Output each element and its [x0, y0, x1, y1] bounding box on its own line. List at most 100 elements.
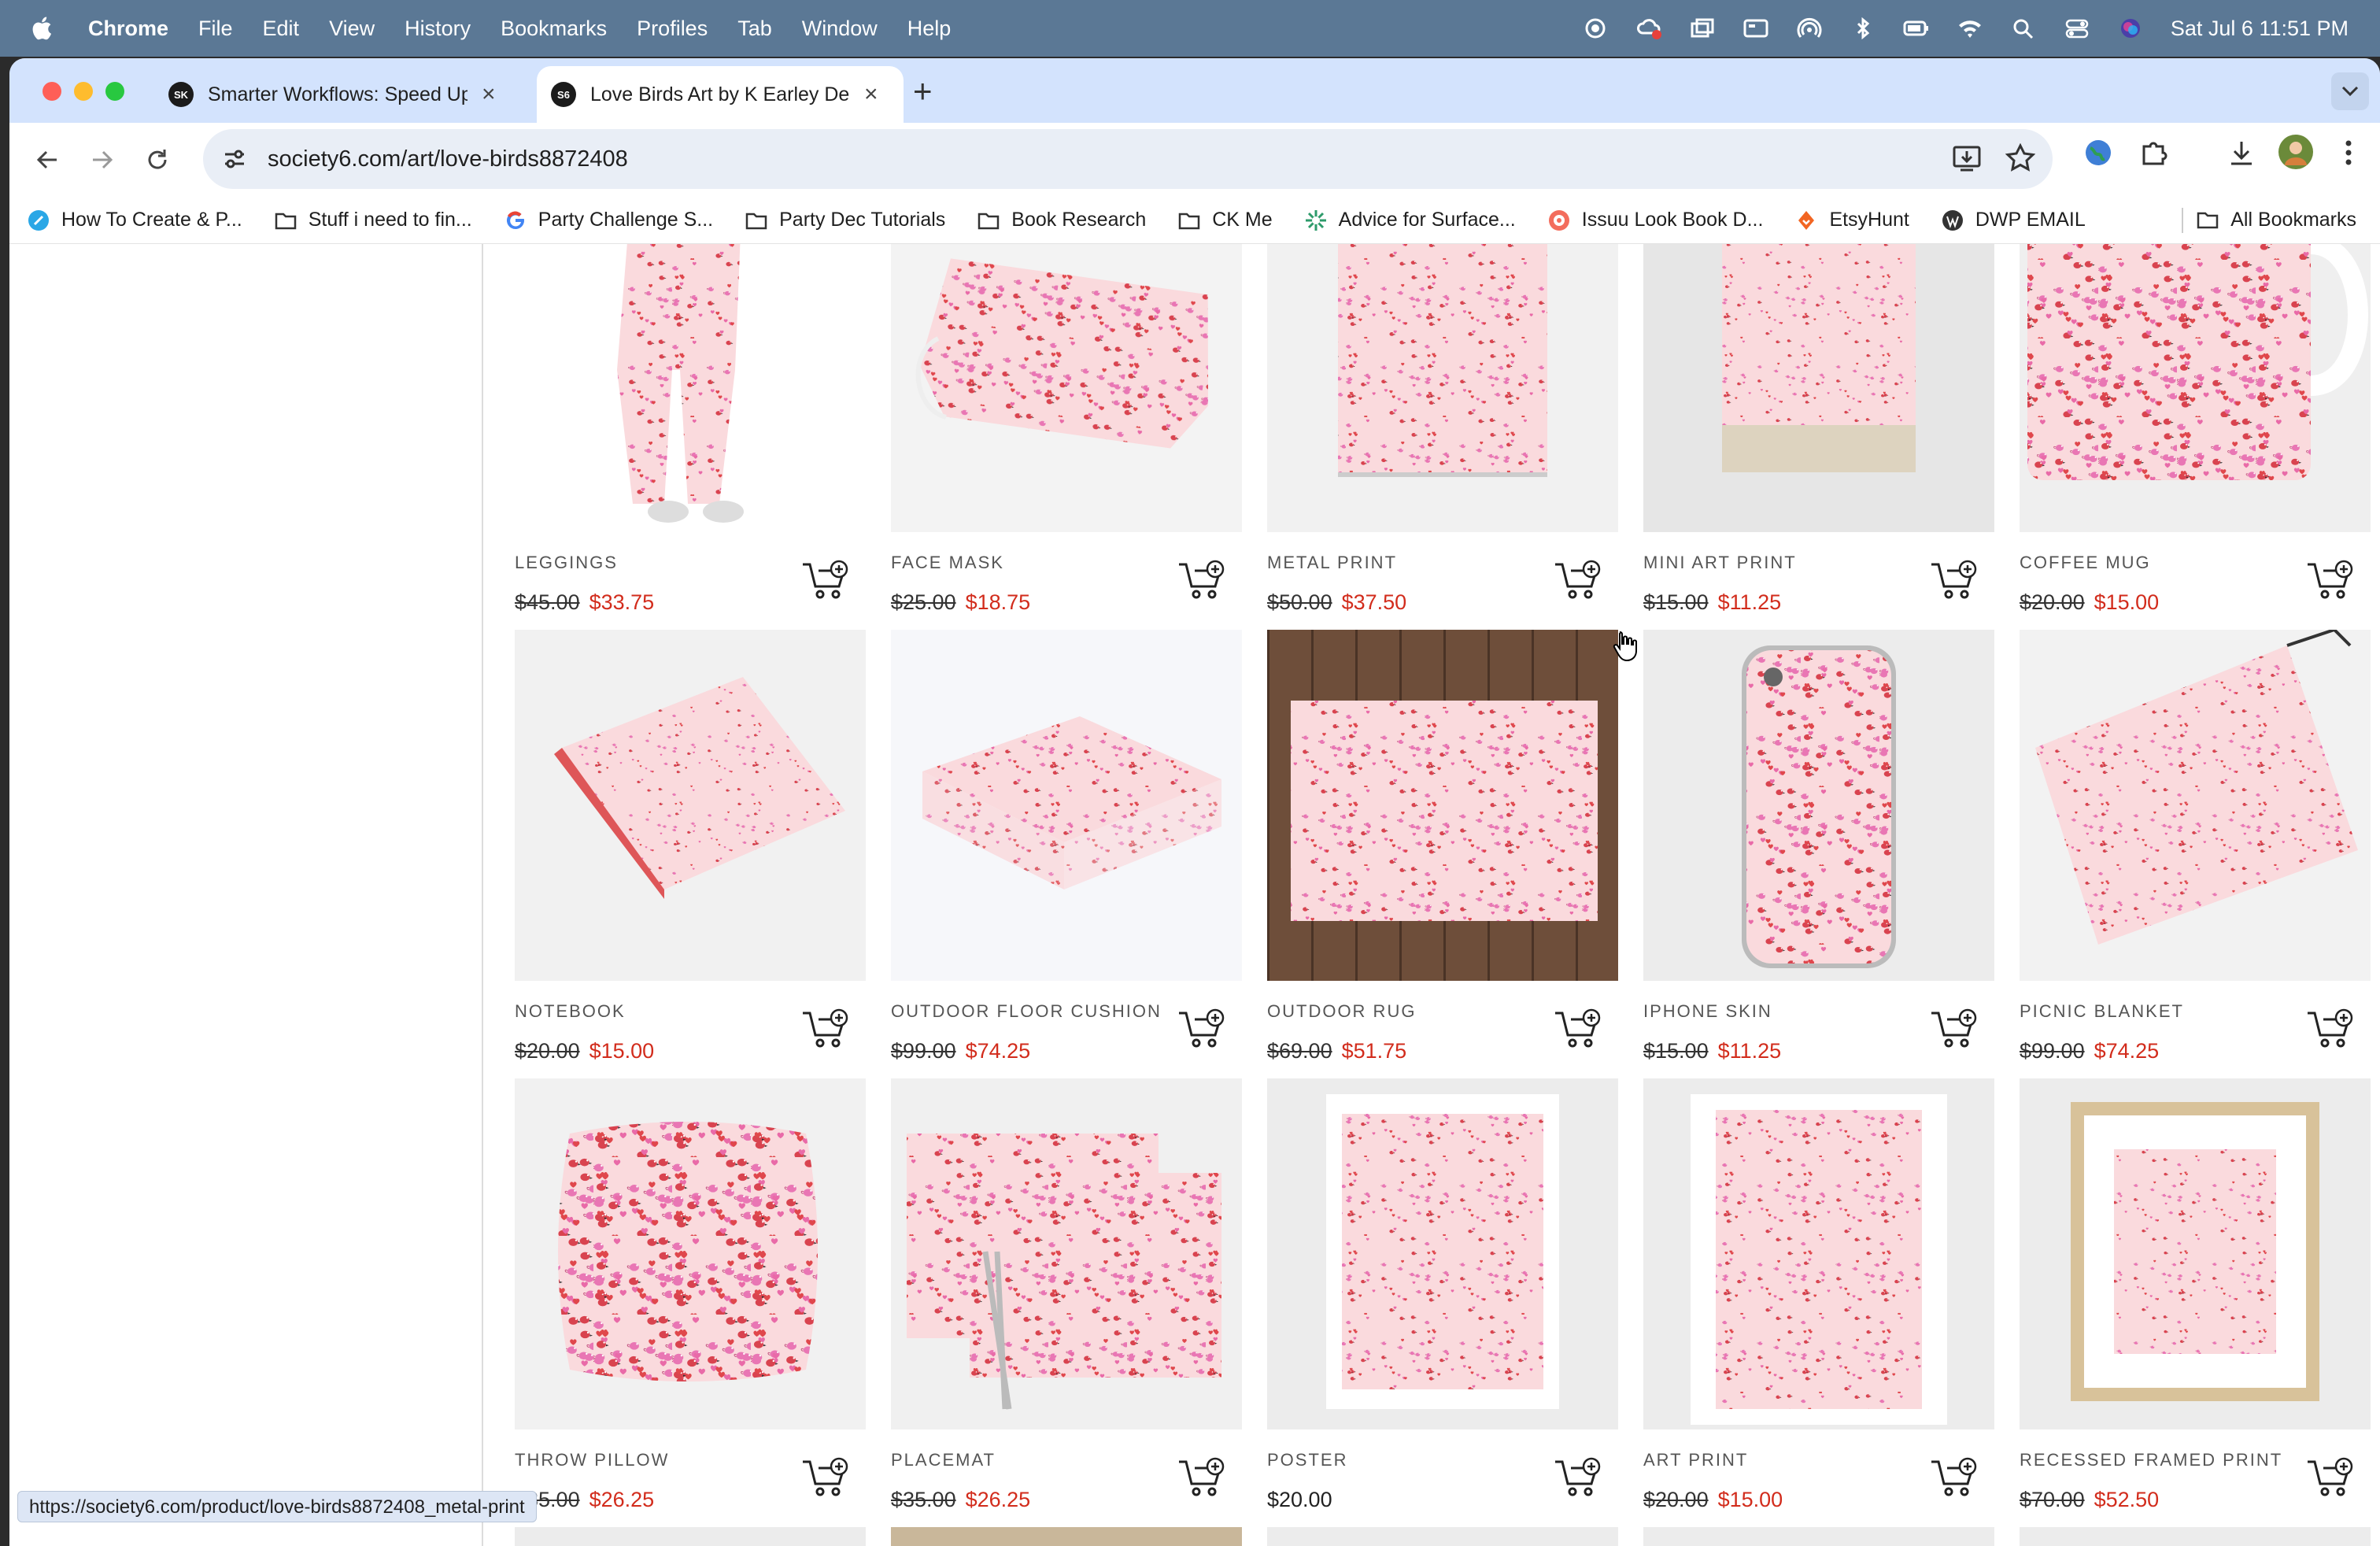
product-card[interactable]: FACE MASK $25.00 $18.75	[891, 244, 1242, 615]
chrome-menu-icon[interactable]	[2344, 139, 2353, 167]
bookmark-item[interactable]: Issuu Look Book D...	[1547, 209, 1763, 232]
add-to-cart-button[interactable]	[1177, 1008, 1226, 1049]
add-to-cart-button[interactable]	[1177, 1457, 1226, 1498]
bookmark-item[interactable]: How To Create & P...	[27, 209, 242, 232]
extensions-puzzle-icon[interactable]	[2139, 139, 2168, 167]
menu-history[interactable]: History	[405, 17, 471, 41]
back-button[interactable]	[31, 144, 63, 176]
product-image[interactable]	[2020, 630, 2371, 981]
product-image[interactable]	[891, 244, 1242, 532]
menu-help[interactable]: Help	[907, 17, 952, 41]
product-card[interactable]: PICNIC BLANKET $99.00 $74.25	[2020, 630, 2371, 1063]
install-app-icon[interactable]	[1952, 143, 1982, 173]
product-image-partial[interactable]	[2020, 1527, 2371, 1546]
close-tab-icon[interactable]: ×	[482, 81, 496, 108]
product-card[interactable]: OUTDOOR FLOOR CUSHION $99.00 $74.25	[891, 630, 1242, 1063]
menu-view[interactable]: View	[329, 17, 375, 41]
downloads-icon[interactable]	[2227, 139, 2256, 167]
zoom-window-button[interactable]	[105, 82, 124, 101]
add-to-cart-button[interactable]	[1554, 1008, 1602, 1049]
product-card[interactable]: ART PRINT $20.00 $15.00	[1643, 1078, 1994, 1512]
clock[interactable]: Sat Jul 6 11:51 PM	[2171, 17, 2349, 41]
menu-bookmarks[interactable]: Bookmarks	[501, 17, 607, 41]
add-to-cart-button[interactable]	[801, 1457, 850, 1498]
bookmark-item[interactable]: EtsyHunt	[1794, 209, 1909, 232]
spotlight-search-icon[interactable]	[2010, 17, 2037, 39]
window-switcher-icon[interactable]	[1689, 17, 1716, 39]
close-tab-icon[interactable]: ×	[864, 81, 878, 108]
apple-icon[interactable]	[30, 15, 57, 42]
product-image-partial[interactable]	[1267, 1527, 1618, 1546]
product-card[interactable]: RECESSED FRAMED PRINT $70.00 $52.50	[2020, 1078, 2371, 1512]
product-image[interactable]	[2020, 1078, 2371, 1429]
product-image[interactable]	[891, 630, 1242, 981]
battery-icon[interactable]	[1903, 17, 1930, 39]
product-image-partial[interactable]	[891, 1527, 1242, 1546]
minimize-window-button[interactable]	[74, 82, 93, 101]
product-image[interactable]	[891, 1078, 1242, 1429]
product-image[interactable]	[1267, 630, 1618, 981]
profile-avatar[interactable]	[2278, 134, 2314, 170]
menu-edit[interactable]: Edit	[263, 17, 300, 41]
url-text[interactable]: society6.com/art/love-birds8872408	[268, 146, 628, 172]
product-card[interactable]: METAL PRINT $50.00 $37.50	[1267, 244, 1618, 615]
tab-love-birds[interactable]: S6 Love Birds Art by K Earley De ×	[537, 66, 904, 123]
control-center-icon[interactable]	[2064, 17, 2090, 39]
bookmark-item[interactable]: Party Challenge S...	[504, 209, 713, 232]
add-to-cart-button[interactable]	[1930, 560, 1979, 601]
reload-button[interactable]	[142, 144, 173, 176]
product-card[interactable]: MINI ART PRINT $15.00 $11.25	[1643, 244, 1994, 615]
add-to-cart-button[interactable]	[1930, 1457, 1979, 1498]
bookmark-item[interactable]: Advice for Surface...	[1304, 209, 1516, 232]
product-image-partial[interactable]	[1643, 1527, 1994, 1546]
creative-cloud-icon[interactable]	[1635, 17, 1662, 39]
product-image[interactable]	[515, 244, 866, 532]
product-image[interactable]	[1643, 244, 1994, 532]
extension-globe-icon[interactable]	[2084, 139, 2112, 167]
wifi-icon[interactable]	[1957, 17, 1983, 39]
tab-smarter-workflows[interactable]: SK Smarter Workflows: Speed Up ×	[154, 66, 535, 123]
bookmark-item[interactable]: Book Research	[977, 209, 1146, 232]
airdrop-icon[interactable]	[1796, 17, 1823, 39]
new-tab-button[interactable]: +	[913, 72, 933, 110]
bookmark-item[interactable]: CK Me	[1177, 209, 1273, 232]
menu-tab[interactable]: Tab	[737, 17, 772, 41]
add-to-cart-button[interactable]	[1177, 560, 1226, 601]
add-to-cart-button[interactable]	[2306, 1457, 2355, 1498]
add-to-cart-button[interactable]	[1554, 560, 1602, 601]
product-card[interactable]: PLACEMAT $35.00 $26.25	[891, 1078, 1242, 1512]
add-to-cart-button[interactable]	[2306, 1008, 2355, 1049]
add-to-cart-button[interactable]	[801, 560, 850, 601]
product-image[interactable]	[2020, 244, 2371, 532]
menu-file[interactable]: File	[198, 17, 233, 41]
product-card[interactable]: POSTER $20.00	[1267, 1078, 1618, 1512]
site-info-icon[interactable]	[220, 145, 249, 173]
bookmark-item[interactable]: Party Dec Tutorials	[745, 209, 945, 232]
product-image-partial[interactable]	[515, 1527, 866, 1546]
product-card[interactable]: COFFEE MUG $20.00 $15.00	[2020, 244, 2371, 615]
product-card[interactable]: IPHONE SKIN $15.00 $11.25	[1643, 630, 1994, 1063]
product-card[interactable]: NOTEBOOK $20.00 $15.00	[515, 630, 866, 1063]
address-bar[interactable]: society6.com/art/love-birds8872408	[203, 129, 2053, 189]
close-window-button[interactable]	[42, 82, 61, 101]
product-image[interactable]	[1267, 244, 1618, 532]
product-image[interactable]	[1267, 1078, 1618, 1429]
forward-button[interactable]	[87, 144, 118, 176]
product-image[interactable]	[1643, 1078, 1994, 1429]
product-card[interactable]: LEGGINGS $45.00 $33.75	[515, 244, 866, 615]
display-icon[interactable]	[1743, 17, 1769, 39]
bluetooth-icon[interactable]	[1850, 17, 1876, 39]
menu-app-name[interactable]: Chrome	[88, 17, 168, 41]
product-image[interactable]	[515, 1078, 866, 1429]
all-bookmarks-button[interactable]: All Bookmarks	[2196, 208, 2356, 231]
menu-window[interactable]: Window	[802, 17, 878, 41]
add-to-cart-button[interactable]	[2306, 560, 2355, 601]
tab-search-button[interactable]	[2331, 72, 2369, 110]
screen-record-icon[interactable]	[1582, 17, 1609, 39]
add-to-cart-button[interactable]	[1930, 1008, 1979, 1049]
bookmark-item[interactable]: Stuff i need to fin...	[274, 209, 472, 232]
add-to-cart-button[interactable]	[1554, 1457, 1602, 1498]
product-card[interactable]: OUTDOOR RUG $69.00 $51.75	[1267, 630, 1618, 1063]
menu-profiles[interactable]: Profiles	[637, 17, 708, 41]
bookmark-item[interactable]: DWP EMAIL	[1941, 209, 2086, 232]
